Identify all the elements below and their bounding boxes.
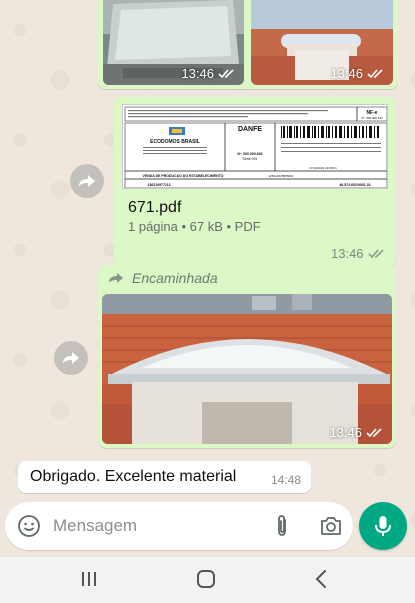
message-input[interactable] <box>53 514 253 538</box>
microphone-icon <box>375 516 391 536</box>
incoming-message-bubble[interactable]: Obrigado. Excelente material 14:48 <box>18 461 311 493</box>
home-icon[interactable] <box>196 569 216 589</box>
photo-timestamp: 13:46 <box>330 66 385 81</box>
double-check-icon <box>218 69 234 79</box>
photo-timestamp: 13:46 <box>329 425 384 440</box>
svg-text:125242325855061: 125242325855061 <box>268 174 293 178</box>
message-composer <box>5 502 353 550</box>
svg-text:ECODOMOS BRASIL: ECODOMOS BRASIL <box>150 139 200 145</box>
smiley-icon[interactable] <box>17 514 41 538</box>
document-preview: NF-e Nº. 000.000.632 ECODOMOS BRASIL DAN… <box>122 104 388 189</box>
forwarded-icon <box>109 273 123 283</box>
document-file-name[interactable]: 671.pdf <box>128 199 181 217</box>
double-check-icon <box>367 69 383 79</box>
system-navigation-bar <box>0 557 415 603</box>
svg-text:Série 001: Série 001 <box>243 157 258 161</box>
incoming-message-time: 14:48 <box>270 473 301 487</box>
recent-apps-icon[interactable] <box>80 571 98 587</box>
skylight-forwarded-image <box>102 294 392 444</box>
forward-button[interactable] <box>70 164 104 198</box>
forward-icon <box>63 352 79 364</box>
svg-text:VENDA DE PRODUCAO DO ESTABELEC: VENDA DE PRODUCAO DO ESTABELECIMENTO <box>142 174 223 178</box>
paperclip-icon[interactable] <box>271 514 293 538</box>
svg-text:136319977113: 136319977113 <box>147 183 170 187</box>
danfe-preview-image: NF-e Nº. 000.000.632 ECODOMOS BRASIL DAN… <box>123 105 387 188</box>
svg-text:Nº. 000.000.632: Nº. 000.000.632 <box>361 116 383 120</box>
svg-text:Nº. 000.000.632: Nº. 000.000.632 <box>237 152 262 156</box>
document-meta: 1 página • 67 kB • PDF <box>128 219 261 234</box>
forward-button[interactable] <box>54 341 88 375</box>
incoming-message-text: Obrigado. Excelente material <box>30 468 237 485</box>
back-icon[interactable] <box>314 569 328 589</box>
document-timestamp: 13:46 <box>331 246 386 261</box>
svg-text:46.574.652/0001-01: 46.574.652/0001-01 <box>339 183 370 187</box>
photo-skylight-closeup[interactable]: 13:46 <box>103 0 244 85</box>
photo-timestamp: 13:46 <box>181 66 236 81</box>
forwarded-label: Encaminhada <box>108 270 218 286</box>
photo-skylight-forwarded[interactable]: 13:46 <box>102 294 392 444</box>
double-check-icon <box>366 428 382 438</box>
microphone-button[interactable] <box>359 502 407 550</box>
photo-skylight-roof[interactable]: 13:46 <box>251 0 393 85</box>
forward-icon <box>79 175 95 187</box>
camera-icon[interactable] <box>319 515 343 537</box>
svg-text:DANFE: DANFE <box>238 126 262 133</box>
svg-text:17/10/2024 13:28:01: 17/10/2024 13:28:01 <box>309 166 337 170</box>
double-check-icon <box>367 249 384 259</box>
